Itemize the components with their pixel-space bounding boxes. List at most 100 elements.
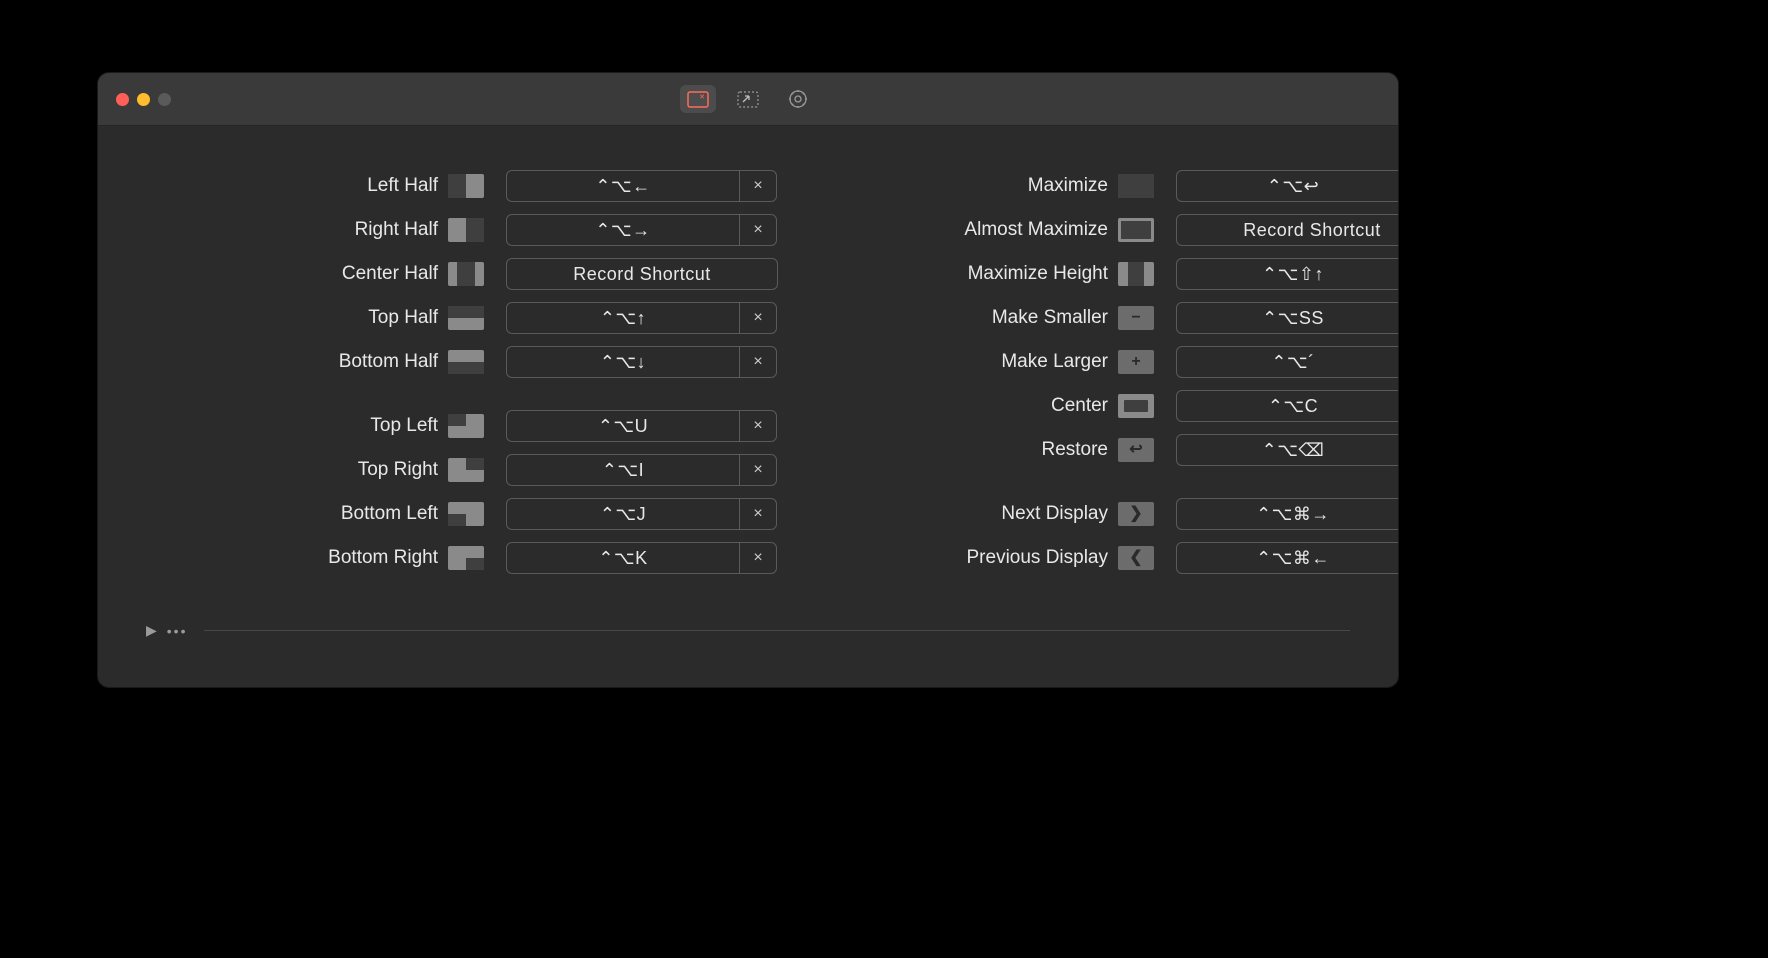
disclosure-triangle[interactable]: ▶ xyxy=(146,622,157,639)
shortcut-row-almost-maximize: Almost Maximize Record Shortcut xyxy=(818,208,1399,252)
shortcut-field[interactable]: ⌃⌥U xyxy=(507,411,739,441)
clear-shortcut-button[interactable]: × xyxy=(739,543,776,573)
shortcut-recorder: Record Shortcut xyxy=(506,258,778,290)
shortcut-recorder: ⌃⌥I× xyxy=(506,454,777,486)
shortcut-field[interactable]: ⌃⌥⌘→ xyxy=(1177,499,1399,529)
shortcut-label: Right Half xyxy=(148,219,448,241)
shortcut-row-top-left: Top Left ⌃⌥U× xyxy=(148,404,778,448)
shortcut-field[interactable]: ⌃⌥´ xyxy=(1177,347,1399,377)
layout-preview-icon: − xyxy=(1118,306,1154,330)
right-column: Maximize⌃⌥↩× Almost Maximize Record Shortc… xyxy=(818,164,1399,580)
shortcut-field[interactable]: ⌃⌥J xyxy=(507,499,739,529)
more-options[interactable]: ••• xyxy=(167,623,188,639)
preferences-window: ✕ Left Half⌃⌥←×Right Half⌃⌥→×Center Half… xyxy=(97,72,1399,688)
shortcut-label: Restore xyxy=(818,439,1118,461)
shortcut-label: Almost Maximize xyxy=(818,219,1118,241)
tab-snapping[interactable] xyxy=(730,85,766,113)
clear-shortcut-button[interactable]: × xyxy=(739,171,776,201)
shortcut-recorder: Record Shortcut xyxy=(1176,214,1399,246)
layout-preview-icon xyxy=(448,350,484,374)
shortcut-recorder: ⌃⌥⌫× xyxy=(1176,434,1399,466)
shortcut-row-right-half: Right Half ⌃⌥→× xyxy=(148,208,778,252)
tab-shortcuts[interactable]: ✕ xyxy=(680,85,716,113)
layout-preview-icon xyxy=(1118,218,1154,242)
shortcut-field[interactable]: ⌃⌥SS xyxy=(1177,303,1399,333)
shortcut-recorder: ⌃⌥→× xyxy=(506,214,777,246)
shortcut-recorder: ⌃⌥↓× xyxy=(506,346,777,378)
shortcut-label: Make Larger xyxy=(818,351,1118,373)
footer: ▶ ••• xyxy=(146,622,1350,639)
shortcut-label: Top Half xyxy=(148,307,448,329)
shortcut-label: Maximize Height xyxy=(818,263,1118,285)
gear-icon xyxy=(788,89,808,109)
shortcut-label: Next Display xyxy=(818,503,1118,525)
layout-preview-icon xyxy=(1118,394,1154,418)
clear-shortcut-button[interactable]: × xyxy=(739,411,776,441)
shortcut-field[interactable]: ⌃⌥⌫ xyxy=(1177,435,1399,465)
shortcut-label: Bottom Half xyxy=(148,351,448,373)
shortcut-field[interactable]: ⌃⌥← xyxy=(507,171,739,201)
shortcut-label: Center xyxy=(818,395,1118,417)
shortcut-grid: Left Half⌃⌥←×Right Half⌃⌥→×Center HalfRe… xyxy=(98,126,1398,580)
clear-shortcut-button[interactable]: × xyxy=(739,455,776,485)
minimize-window-button[interactable] xyxy=(137,93,150,106)
clear-shortcut-button[interactable]: × xyxy=(739,499,776,529)
shortcut-recorder: ⌃⌥⇧↑× xyxy=(1176,258,1399,290)
shortcut-recorder: ⌃⌥↩× xyxy=(1176,170,1399,202)
shortcut-field[interactable]: ⌃⌥↩ xyxy=(1177,171,1399,201)
shortcut-field[interactable]: ⌃⌥↓ xyxy=(507,347,739,377)
shortcut-row-bottom-left: Bottom Left ⌃⌥J× xyxy=(148,492,778,536)
shortcut-field[interactable]: ⌃⌥I xyxy=(507,455,739,485)
clear-shortcut-button[interactable]: × xyxy=(739,347,776,377)
layout-preview-icon xyxy=(448,458,484,482)
layout-preview-icon xyxy=(1118,174,1154,198)
window-controls xyxy=(116,73,171,125)
layout-preview-icon xyxy=(1118,262,1154,286)
clear-shortcut-button[interactable]: × xyxy=(739,303,776,333)
shortcut-field[interactable]: ⌃⌥C xyxy=(1177,391,1399,421)
shortcut-label: Top Left xyxy=(148,415,448,437)
layout-preview-icon: + xyxy=(1118,350,1154,374)
shortcut-row-maximize-height: Maximize Height ⌃⌥⇧↑× xyxy=(818,252,1399,296)
shortcut-recorder: ⌃⌥↑× xyxy=(506,302,777,334)
shortcut-recorder: ⌃⌥←× xyxy=(506,170,777,202)
shortcut-label: Left Half xyxy=(148,175,448,197)
shortcut-field[interactable]: ⌃⌥→ xyxy=(507,215,739,245)
shortcut-recorder: ⌃⌥C× xyxy=(1176,390,1399,422)
shortcut-field[interactable]: ⌃⌥⌘← xyxy=(1177,543,1399,573)
layout-preview-icon xyxy=(448,262,484,286)
layout-preview-icon xyxy=(448,306,484,330)
clear-shortcut-button[interactable]: × xyxy=(739,215,776,245)
shortcut-row-maximize: Maximize⌃⌥↩× xyxy=(818,164,1399,208)
shortcut-label: Previous Display xyxy=(818,547,1118,569)
svg-text:✕: ✕ xyxy=(699,94,705,101)
layout-preview-icon xyxy=(448,546,484,570)
shortcut-field[interactable]: ⌃⌥⇧↑ xyxy=(1177,259,1399,289)
shortcut-recorder: ⌃⌥⌘←× xyxy=(1176,542,1399,574)
shortcut-row-make-smaller: Make Smaller−⌃⌥SS× xyxy=(818,296,1399,340)
layout-preview-icon: ↩ xyxy=(1118,438,1154,462)
zoom-window-button[interactable] xyxy=(158,93,171,106)
tab-settings[interactable] xyxy=(780,85,816,113)
shortcut-recorder: ⌃⌥U× xyxy=(506,410,777,442)
shortcut-label: Bottom Left xyxy=(148,503,448,525)
shortcut-recorder: ⌃⌥⌘→× xyxy=(1176,498,1399,530)
shortcut-row-top-right: Top Right⌃⌥I× xyxy=(148,448,778,492)
layout-preview-icon xyxy=(448,174,484,198)
close-window-button[interactable] xyxy=(116,93,129,106)
shortcut-field[interactable]: ⌃⌥K xyxy=(507,543,739,573)
shortcut-row-bottom-half: Bottom Half ⌃⌥↓× xyxy=(148,340,778,384)
shortcut-field[interactable]: Record Shortcut xyxy=(1177,215,1399,245)
window-shortcut-icon: ✕ xyxy=(687,91,709,108)
shortcut-recorder: ⌃⌥´× xyxy=(1176,346,1399,378)
toolbar-tabs: ✕ xyxy=(680,85,816,113)
shortcut-row-center-half: Center HalfRecord Shortcut xyxy=(148,252,778,296)
shortcut-field[interactable]: Record Shortcut xyxy=(507,259,777,289)
shortcut-label: Bottom Right xyxy=(148,547,448,569)
footer-divider xyxy=(204,630,1351,631)
left-column: Left Half⌃⌥←×Right Half⌃⌥→×Center HalfRe… xyxy=(148,164,778,580)
shortcut-row-center: Center ⌃⌥C× xyxy=(818,384,1399,428)
shortcut-field[interactable]: ⌃⌥↑ xyxy=(507,303,739,333)
shortcut-row-bottom-right: Bottom Right ⌃⌥K× xyxy=(148,536,778,580)
shortcut-row-top-half: Top Half ⌃⌥↑× xyxy=(148,296,778,340)
